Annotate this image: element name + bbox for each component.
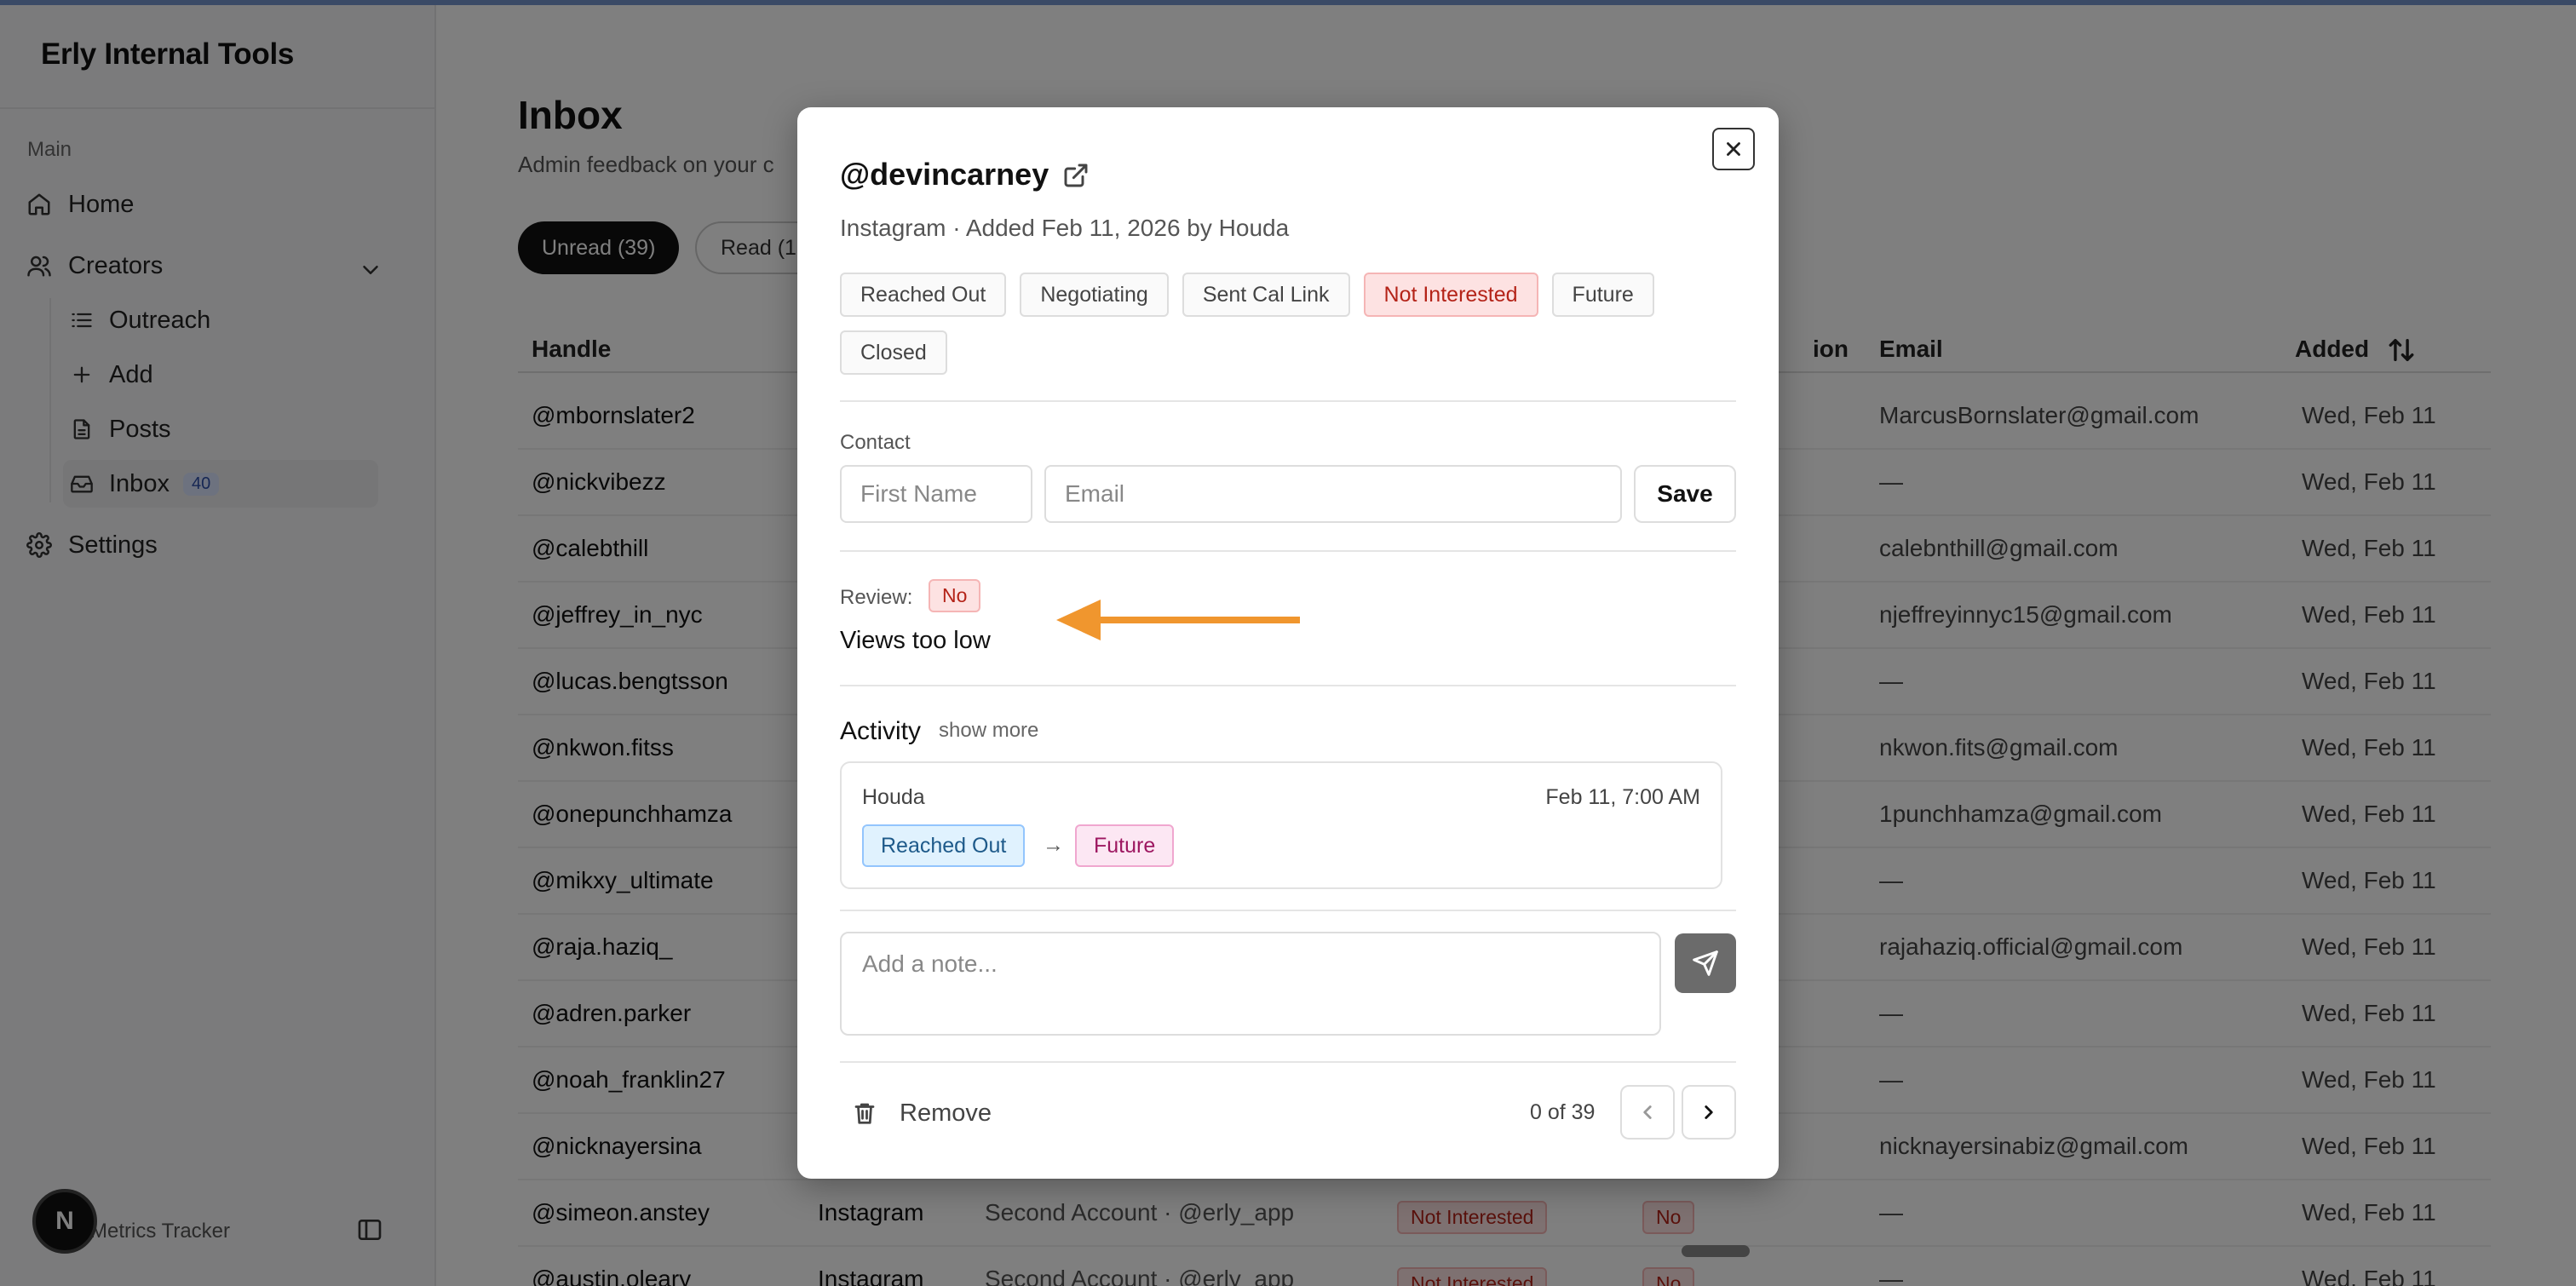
creator-meta: Instagram · Added Feb 11, 2026 by Houda bbox=[840, 215, 1290, 241]
save-button[interactable]: Save bbox=[1634, 465, 1736, 523]
note-input[interactable]: Add a note... bbox=[840, 932, 1661, 1036]
chevron-left-icon bbox=[1643, 1105, 1652, 1119]
close-icon bbox=[1727, 142, 1740, 156]
divider bbox=[840, 550, 1736, 552]
status-option-closed[interactable]: Closed bbox=[840, 330, 947, 375]
send-note-button[interactable] bbox=[1675, 933, 1736, 993]
divider bbox=[840, 1061, 1736, 1063]
status-option-negotiating[interactable]: Negotiating bbox=[1020, 273, 1169, 317]
divider bbox=[840, 910, 1736, 911]
show-more-link[interactable]: show more bbox=[939, 719, 1038, 743]
activity-item: Houda Feb 11, 7:00 AM Reached Out → Futu… bbox=[840, 761, 1722, 889]
modal-handle-title: @devincarney bbox=[840, 157, 1090, 192]
status-option-not-interested[interactable]: Not Interested bbox=[1363, 273, 1538, 317]
status-option-reached-out[interactable]: Reached Out bbox=[840, 273, 1007, 317]
annotation-arrow-icon bbox=[1056, 600, 1300, 640]
activity-user: Houda bbox=[862, 785, 925, 809]
pager-count: 0 of 39 bbox=[1530, 1100, 1596, 1124]
activity-title: Activity bbox=[840, 717, 922, 745]
chevron-right-icon bbox=[1705, 1105, 1713, 1119]
activity-from-status: Reached Out bbox=[862, 824, 1026, 867]
status-option-future[interactable]: Future bbox=[1551, 273, 1654, 317]
first-name-input[interactable]: First Name bbox=[840, 465, 1032, 523]
status-option-sent-cal-link[interactable]: Sent Cal Link bbox=[1182, 273, 1350, 317]
window-top-border bbox=[0, 0, 2576, 5]
activity-time: Feb 11, 7:00 AM bbox=[1545, 785, 1700, 809]
contact-label: Contact bbox=[840, 431, 911, 454]
next-button[interactable] bbox=[1682, 1085, 1736, 1140]
previous-button[interactable] bbox=[1620, 1085, 1675, 1140]
close-button[interactable] bbox=[1712, 128, 1755, 170]
divider bbox=[840, 685, 1736, 686]
status-options: Reached Out Negotiating Sent Cal Link Not I… bbox=[840, 273, 1692, 375]
send-icon bbox=[1693, 950, 1718, 976]
creator-handle: @devincarney bbox=[840, 157, 1049, 192]
trash-icon bbox=[854, 1103, 875, 1124]
email-field[interactable]: Email bbox=[1044, 465, 1622, 523]
activity-to-status: Future bbox=[1075, 824, 1175, 867]
review-label: Review: bbox=[840, 586, 913, 609]
external-link-icon[interactable] bbox=[1062, 161, 1090, 188]
remove-button[interactable]: Remove bbox=[852, 1092, 992, 1134]
creator-detail-modal: @devincarney Instagram · Added Feb 11, 2… bbox=[797, 107, 1779, 1179]
arrow-right-icon: → bbox=[1043, 833, 1064, 857]
review-text: Views too low bbox=[840, 627, 991, 654]
remove-label: Remove bbox=[900, 1099, 992, 1127]
divider bbox=[840, 400, 1736, 402]
review-badge: No bbox=[929, 579, 981, 612]
